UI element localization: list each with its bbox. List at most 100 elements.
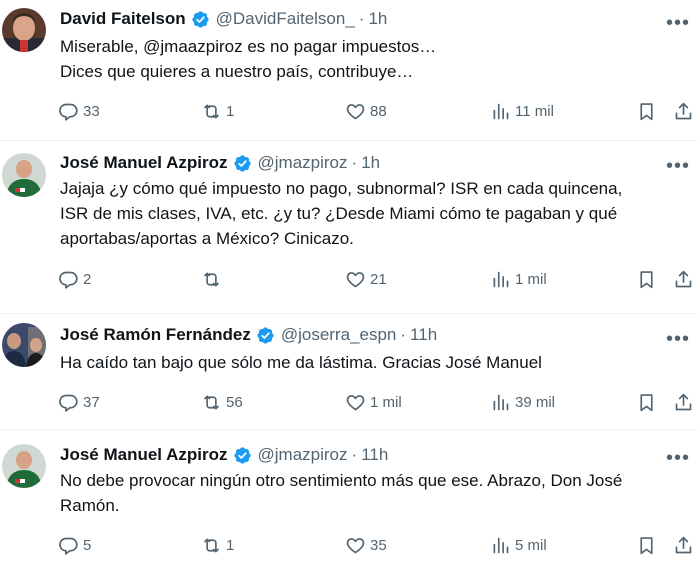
tweet-4[interactable]: José Manuel Azpiroz @jmazpiroz · 11h •••…: [0, 430, 698, 580]
like-button[interactable]: 35: [345, 532, 387, 558]
avatar[interactable]: [2, 444, 46, 488]
more-options-icon[interactable]: •••: [666, 448, 690, 468]
views-button[interactable]: 11 mil: [490, 98, 554, 124]
views-count: 1 mil: [515, 270, 547, 288]
author-handle[interactable]: @jmazpiroz: [258, 152, 348, 174]
views-count: 39 mil: [515, 393, 556, 411]
share-icon: [675, 102, 692, 119]
reply-icon: [59, 394, 78, 412]
avatar[interactable]: [2, 8, 46, 52]
tweet-line: Miserable, @jmaazpiroz es no pagar impue…: [60, 37, 437, 56]
author-name[interactable]: José Ramón Fernández: [60, 324, 251, 346]
retweet-count: 1: [226, 102, 235, 120]
views-button[interactable]: 5 mil: [490, 532, 547, 558]
like-button[interactable]: 1 mil: [345, 389, 402, 415]
heart-icon: [346, 537, 365, 553]
author-handle[interactable]: @DavidFaitelson_: [216, 8, 355, 30]
bookmark-icon: [640, 102, 653, 120]
retweet-icon: [204, 272, 219, 286]
timestamp[interactable]: 1h: [368, 8, 387, 30]
tweet-line: Jajaja ¿y cómo qué impuesto no pago, sub…: [60, 179, 623, 198]
views-count: 5 mil: [515, 536, 547, 554]
views-chart-icon: [493, 271, 509, 287]
reply-count: 5: [83, 536, 92, 554]
verified-badge-icon: [233, 446, 252, 465]
views-count: 11 mil: [515, 102, 554, 120]
timestamp[interactable]: 11h: [410, 324, 437, 346]
timestamp[interactable]: 11h: [361, 444, 388, 466]
share-button[interactable]: [673, 266, 694, 292]
share-button[interactable]: [673, 532, 694, 558]
verified-badge-icon: [233, 154, 252, 173]
reply-icon: [59, 271, 78, 289]
share-button[interactable]: [673, 389, 694, 415]
retweet-button[interactable]: 1: [201, 532, 234, 558]
tweet-1[interactable]: David Faitelson @DavidFaitelson_ · 1h ••…: [0, 0, 698, 140]
tweet-3[interactable]: José Ramón Fernández @joserra_espn · 11h…: [0, 314, 698, 429]
separator: ·: [358, 9, 365, 28]
share-button[interactable]: [673, 98, 694, 124]
bookmark-button[interactable]: [636, 389, 657, 415]
reply-button[interactable]: 37: [58, 389, 100, 415]
share-icon: [675, 393, 692, 410]
verified-badge-icon: [191, 10, 210, 29]
views-button[interactable]: 39 mil: [490, 389, 555, 415]
tweet-line: Dices que quieres a nuestro país, contri…: [60, 62, 414, 81]
bookmark-button[interactable]: [636, 532, 657, 558]
tweet-text: Miserable, @jmaazpiroz es no pagar impue…: [60, 34, 690, 84]
tweet-header: José Manuel Azpiroz @jmazpiroz · 11h: [60, 444, 388, 466]
separator: ·: [351, 153, 358, 172]
reply-button[interactable]: 5: [58, 532, 91, 558]
tweet-header: David Faitelson @DavidFaitelson_ · 1h: [60, 8, 387, 30]
timestamp[interactable]: 1h: [361, 152, 380, 174]
tweet-text: Jajaja ¿y cómo qué impuesto no pago, sub…: [60, 176, 690, 251]
reply-icon: [59, 103, 78, 121]
retweet-icon: [204, 538, 219, 552]
bookmark-icon: [640, 536, 653, 554]
like-count: 21: [370, 270, 387, 288]
avatar[interactable]: [2, 323, 46, 367]
like-button[interactable]: 21: [345, 266, 387, 292]
tweet-2[interactable]: José Manuel Azpiroz @jmazpiroz · 1h ••• …: [0, 141, 698, 313]
retweet-button[interactable]: [201, 266, 226, 292]
more-options-icon[interactable]: •••: [666, 329, 690, 349]
views-chart-icon: [493, 394, 509, 410]
separator: ·: [351, 445, 358, 464]
bookmark-icon: [640, 393, 653, 411]
retweet-icon: [204, 395, 219, 409]
author-handle[interactable]: @joserra_espn: [281, 324, 397, 346]
reply-button[interactable]: 33: [58, 98, 100, 124]
author-name[interactable]: David Faitelson: [60, 8, 186, 30]
author-name[interactable]: José Manuel Azpiroz: [60, 152, 228, 174]
reply-count: 37: [83, 393, 100, 411]
bookmark-button[interactable]: [636, 98, 657, 124]
bookmark-button[interactable]: [636, 266, 657, 292]
heart-icon: [346, 394, 365, 410]
tweet-header: José Ramón Fernández @joserra_espn · 11h: [60, 324, 437, 346]
retweet-button[interactable]: 56: [201, 389, 243, 415]
more-options-icon[interactable]: •••: [666, 13, 690, 33]
share-icon: [675, 536, 692, 553]
reply-button[interactable]: 2: [58, 266, 91, 292]
views-button[interactable]: 1 mil: [490, 266, 547, 292]
reply-count: 2: [83, 270, 92, 288]
author-name[interactable]: José Manuel Azpiroz: [60, 444, 228, 466]
tweet-line: Ha caído tan bajo que sólo me da lástima…: [60, 353, 542, 372]
like-button[interactable]: 88: [345, 98, 387, 124]
retweet-button[interactable]: 1: [201, 98, 234, 124]
tweet-line: No debe provocar ningún otro sentimiento…: [60, 471, 623, 490]
more-options-icon[interactable]: •••: [666, 156, 690, 176]
retweet-icon: [204, 104, 219, 118]
author-handle[interactable]: @jmazpiroz: [258, 444, 348, 466]
heart-icon: [346, 271, 365, 287]
reply-icon: [59, 537, 78, 555]
tweet-text: Ha caído tan bajo que sólo me da lástima…: [60, 350, 690, 375]
action-bar: 37 56 1 mil 39 mil: [58, 389, 698, 415]
tweet-line: aportabas/aportas a México? Cinicazo.: [60, 229, 354, 248]
retweet-count: 1: [226, 536, 235, 554]
avatar[interactable]: [2, 153, 46, 197]
action-bar: 33 1 88 11 mil: [58, 98, 698, 124]
reply-count: 33: [83, 102, 100, 120]
like-count: 88: [370, 102, 387, 120]
views-chart-icon: [493, 537, 509, 553]
